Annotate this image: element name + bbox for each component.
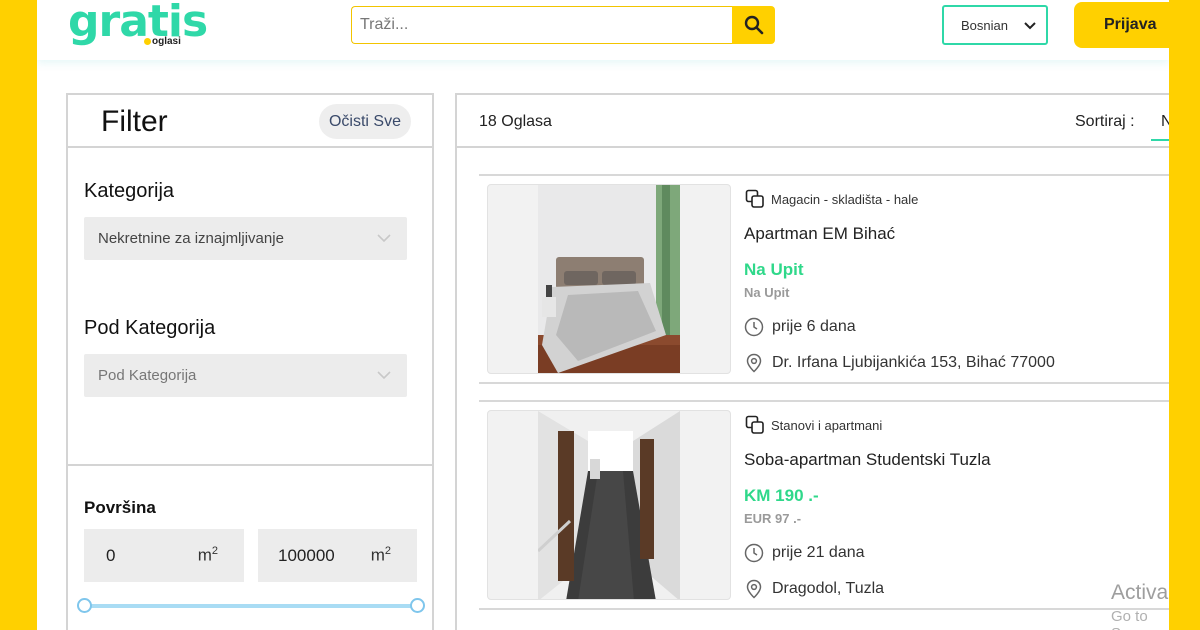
chevron-down-icon (1024, 22, 1036, 30)
location-pin-icon (746, 353, 762, 373)
sort-select[interactable]: N (1161, 113, 1169, 131)
activation-watermark-sub: Go to Se (1111, 608, 1148, 630)
sort-underline (1151, 139, 1169, 141)
listing-location: Dragodol, Tuzla (744, 579, 884, 599)
listing-category: Stanovi i apartmani (745, 415, 882, 435)
results-count: 18 Oglasa (479, 113, 552, 130)
site-logo[interactable]: gratis oglasi (68, 0, 218, 54)
logo-subtitle: oglasi (144, 36, 181, 47)
listing-category-text: Magacin - skladišta - hale (771, 191, 919, 207)
login-button[interactable]: Prijava (1074, 2, 1169, 48)
area-slider-track[interactable] (84, 604, 417, 608)
results-header: 18 Oglasa Sortiraj : N (457, 95, 1169, 148)
row-divider (479, 608, 1169, 610)
listing-title[interactable]: Apartman EM Bihać (744, 224, 895, 244)
site-header: gratis oglasi Bosnian Prijava (37, 0, 1169, 60)
listing-posted: prije 21 dana (744, 543, 865, 563)
listing-price: Na Upit (744, 260, 804, 279)
right-border (1169, 0, 1200, 630)
copy-icon (745, 189, 764, 208)
category-label: Kategorija (84, 180, 175, 202)
results-panel: 18 Oglasa Sortiraj : N Magacin - skladiš… (455, 93, 1169, 630)
logo-wordmark: gratis (68, 0, 208, 47)
clock-icon (744, 543, 764, 563)
listing-posted: prije 6 dana (744, 317, 856, 337)
listing-location: Dr. Irfana Ljubijankića 153, Bihać 77000 (744, 353, 1055, 373)
search-button[interactable] (732, 6, 775, 44)
listing-category-text: Stanovi i apartmani (771, 417, 883, 433)
listing-title[interactable]: Soba-apartman Studentski Tuzla (744, 450, 991, 470)
listing-image[interactable] (487, 410, 731, 600)
listing-price: KM 190 .- (744, 486, 819, 505)
area-max-unit: m2 (371, 545, 391, 566)
listing-posted-text: prije 21 dana (772, 544, 865, 561)
listing-category: Magacin - skladišta - hale (745, 189, 918, 209)
hallway-photo (538, 411, 680, 599)
logo-subtitle-text: oglasi (152, 36, 181, 47)
listing-location-text: Dr. Irfana Ljubijankića 153, Bihać 77000 (772, 354, 1055, 371)
area-label: Površina (84, 498, 156, 517)
row-divider (479, 400, 1169, 402)
area-min-input[interactable]: 0 m2 (84, 529, 244, 582)
area-unit-text: m (197, 545, 212, 565)
area-unit-exponent: 2 (211, 545, 218, 557)
activation-watermark: Activa (1111, 581, 1169, 604)
category-select[interactable]: Nekretnine za iznajmljivanje (84, 217, 407, 260)
copy-icon (745, 415, 764, 434)
listing-posted-text: prije 6 dana (772, 318, 856, 335)
area-min-unit: m2 (198, 545, 218, 566)
subcategory-select-value: Pod Kategorija (98, 367, 197, 384)
listing-price-secondary: EUR 97 .- (744, 511, 802, 526)
area-max-input[interactable]: 100000 m2 (258, 529, 417, 582)
area-unit-text: m (370, 545, 385, 565)
filter-panel: Filter Očisti Sve Kategorija Nekretnine … (66, 93, 434, 630)
clock-icon (744, 317, 764, 337)
listing-price-secondary: Na Upit (744, 285, 790, 300)
category-select-value: Nekretnine za iznajmljivanje (98, 230, 284, 247)
listing-image[interactable] (487, 184, 731, 374)
area-min-value: 0 (106, 545, 116, 565)
chevron-down-icon (377, 234, 391, 243)
language-select[interactable]: Bosnian (942, 5, 1048, 45)
subcategory-label: Pod Kategorija (84, 317, 216, 339)
filter-header: Filter Očisti Sve (68, 95, 432, 148)
bedroom-photo (538, 185, 680, 373)
filter-divider (68, 464, 432, 466)
filter-title: Filter (101, 105, 168, 138)
listing-location-text: Dragodol, Tuzla (772, 580, 885, 597)
page-frame: gratis oglasi Bosnian Prijava Filter Oči… (37, 0, 1169, 630)
area-slider-min-handle[interactable] (76, 598, 92, 613)
row-divider (479, 382, 1169, 384)
search-bar (351, 6, 775, 44)
area-unit-exponent: 2 (384, 545, 391, 557)
clear-all-button[interactable]: Očisti Sve (319, 104, 411, 139)
subcategory-select[interactable]: Pod Kategorija (84, 354, 407, 397)
area-slider-max-handle[interactable] (409, 598, 425, 613)
sort-label: Sortiraj : (1075, 113, 1135, 130)
language-value: Bosnian (961, 17, 1008, 33)
row-divider (479, 174, 1169, 176)
chevron-down-icon (377, 371, 391, 380)
area-max-value: 100000 (278, 545, 335, 565)
location-pin-icon (746, 579, 762, 599)
search-input[interactable] (351, 6, 733, 44)
logo-dot-icon (144, 38, 151, 45)
search-icon (744, 15, 763, 35)
